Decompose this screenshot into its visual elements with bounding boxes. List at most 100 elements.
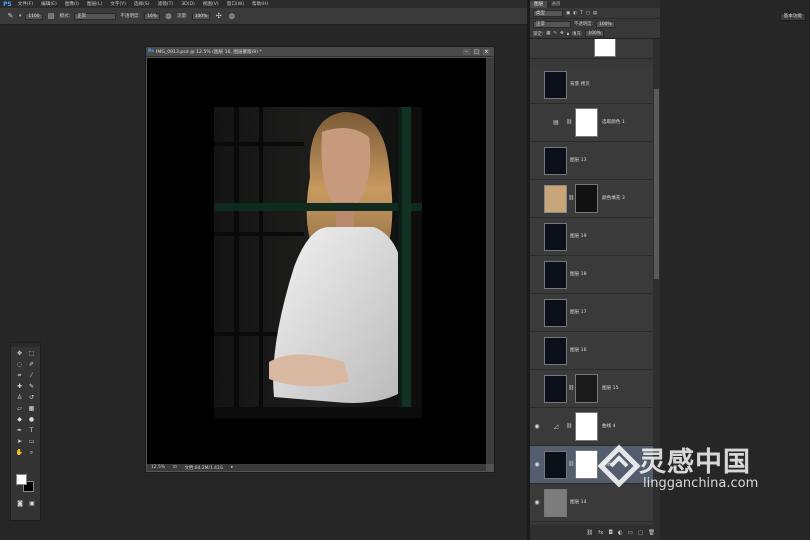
layer-row[interactable]: 图层 16: [530, 332, 654, 370]
link-icon[interactable]: ⛓: [566, 423, 572, 429]
layer-name[interactable]: 选取颜色 1: [602, 119, 625, 125]
menu-3d[interactable]: 3D(D): [181, 2, 195, 7]
filter-type-icon[interactable]: T: [580, 11, 583, 16]
zoom-level[interactable]: 12.5%: [151, 465, 165, 470]
layer-name[interactable]: 曲线 4: [602, 423, 616, 429]
add-mask-icon[interactable]: ◘: [608, 530, 612, 536]
layer-filter-select[interactable]: 类型: [533, 9, 563, 17]
layer-row-top[interactable]: [530, 39, 654, 59]
layer-mask-thumb[interactable]: [575, 108, 598, 137]
gradient-icon[interactable]: ▦: [26, 404, 37, 414]
brush-preset-picker[interactable]: ▾: [19, 14, 21, 19]
zoom-tool-icon[interactable]: ⌕: [26, 448, 37, 458]
filter-pixel-icon[interactable]: ▣: [566, 11, 570, 16]
quick-select-icon[interactable]: ✐: [26, 360, 37, 370]
flow-input[interactable]: 100%: [191, 12, 211, 20]
dodge-tool-icon[interactable]: ●: [26, 415, 37, 425]
new-adjustment-icon[interactable]: ◐: [618, 530, 623, 536]
menu-select[interactable]: 选择(S): [134, 1, 150, 7]
hand-tool-icon[interactable]: ✋: [14, 448, 25, 458]
link-icon[interactable]: ⛓: [568, 195, 574, 201]
shape-tool-icon[interactable]: ▭: [26, 437, 37, 447]
menu-view[interactable]: 视图(V): [203, 1, 219, 7]
canvas-scrollbar[interactable]: [486, 58, 494, 464]
layer-thumb[interactable]: [544, 147, 567, 175]
layers-scroll-thumb[interactable]: [654, 89, 659, 279]
menu-file[interactable]: 文件(F): [18, 1, 33, 7]
new-layer-icon[interactable]: ▢: [638, 530, 643, 536]
layer-mask-thumb[interactable]: [575, 412, 598, 441]
menu-image[interactable]: 图像(I): [65, 1, 79, 7]
layer-row[interactable]: ▤ ⛓ 选取颜色 1: [530, 104, 654, 142]
layer-thumb[interactable]: [544, 299, 567, 327]
canvas[interactable]: [147, 58, 486, 464]
lasso-tool-icon[interactable]: ◌: [14, 360, 25, 370]
layer-name[interactable]: 图层 15: [602, 385, 619, 391]
type-tool-icon[interactable]: T: [26, 426, 37, 436]
layer-name[interactable]: 图层 19: [570, 233, 587, 239]
eye-icon[interactable]: ◉: [533, 499, 541, 507]
layer-thumb[interactable]: [544, 451, 567, 479]
minimize-icon[interactable]: –: [463, 48, 470, 55]
blur-tool-icon[interactable]: ◆: [14, 415, 25, 425]
tab-layers[interactable]: 图层: [530, 1, 548, 8]
portrait-photo[interactable]: [214, 107, 422, 418]
menu-help[interactable]: 帮助(H): [252, 1, 268, 7]
blend-mode-select[interactable]: 正常: [533, 20, 571, 28]
brush-tool-icon[interactable]: ✎: [6, 12, 15, 21]
filter-smart-icon[interactable]: ▤: [593, 11, 597, 16]
layer-row[interactable]: ⛓ 颜色填充 3: [530, 180, 654, 218]
history-brush-icon[interactable]: ↺: [26, 393, 37, 403]
layer-row[interactable]: 图层 17: [530, 294, 654, 332]
delete-layer-icon[interactable]: 🗑︎: [648, 530, 655, 536]
pressure-size-icon[interactable]: ◍: [227, 12, 236, 21]
airbrush-icon[interactable]: ✣: [214, 12, 223, 21]
screen-mode-icon[interactable]: ▣: [27, 499, 37, 509]
lock-position-icon[interactable]: ✥: [560, 31, 564, 36]
clone-stamp-icon[interactable]: ♙: [14, 393, 25, 403]
brush-panel-icon[interactable]: ▤: [47, 12, 56, 21]
layer-mask-thumb[interactable]: [575, 184, 598, 213]
essentials-workspace-button[interactable]: 基本功能: [779, 13, 806, 21]
layer-thumb[interactable]: [544, 489, 567, 517]
layer-name[interactable]: 图层 13: [570, 157, 587, 163]
eraser-icon[interactable]: ▱: [14, 404, 25, 414]
lock-pixels-icon[interactable]: ▦: [546, 31, 550, 36]
fx-icon[interactable]: fx: [598, 530, 603, 536]
quick-mask-icon[interactable]: ◙: [15, 499, 25, 509]
brush-size[interactable]: 1100: [25, 12, 43, 20]
crop-tool-icon[interactable]: ⌗: [14, 371, 25, 381]
app-logo[interactable]: PS: [3, 1, 12, 8]
layer-row[interactable]: 背景 拷贝: [530, 66, 654, 104]
layer-thumb[interactable]: [544, 375, 567, 403]
pen-tool-icon[interactable]: ✒: [14, 426, 25, 436]
link-layers-icon[interactable]: ⛓: [586, 530, 593, 536]
marquee-tool-icon[interactable]: ⬚: [26, 349, 37, 359]
eye-icon[interactable]: ◉: [533, 423, 541, 431]
maximize-icon[interactable]: □: [473, 48, 480, 55]
fill-swatch-thumb[interactable]: [544, 185, 567, 213]
document-info[interactable]: 文档:84.2M/1.41G: [185, 465, 223, 471]
tab-channels[interactable]: 通道: [547, 1, 564, 8]
color-swatches[interactable]: [16, 474, 36, 494]
filter-shape-icon[interactable]: ▢: [586, 11, 590, 16]
eyedropper-icon[interactable]: ⁄: [26, 371, 37, 381]
menu-edit[interactable]: 编辑(E): [41, 1, 57, 7]
foreground-color-swatch[interactable]: [16, 474, 27, 485]
path-select-icon[interactable]: ➤: [14, 437, 25, 447]
menu-layer[interactable]: 图层(L): [87, 1, 102, 7]
filter-adjust-icon[interactable]: ◐: [573, 11, 577, 16]
layer-name[interactable]: 图层 18: [570, 271, 587, 277]
layer-thumb[interactable]: [544, 223, 567, 251]
layer-thumb[interactable]: [544, 71, 567, 99]
status-icon[interactable]: ⊡: [173, 465, 177, 470]
layer-name[interactable]: 图层 17: [570, 309, 587, 315]
brush-tool-icon[interactable]: ✎: [26, 382, 37, 392]
lock-all-icon[interactable]: 🔒︎: [567, 31, 569, 37]
mode-select[interactable]: 正常: [74, 12, 117, 20]
layer-thumb[interactable]: [544, 337, 567, 365]
link-icon[interactable]: ⛓: [568, 385, 574, 391]
layer-row[interactable]: 图层 19: [530, 218, 654, 256]
move-tool-icon[interactable]: ✥: [14, 349, 25, 359]
layer-thumb[interactable]: [544, 261, 567, 289]
